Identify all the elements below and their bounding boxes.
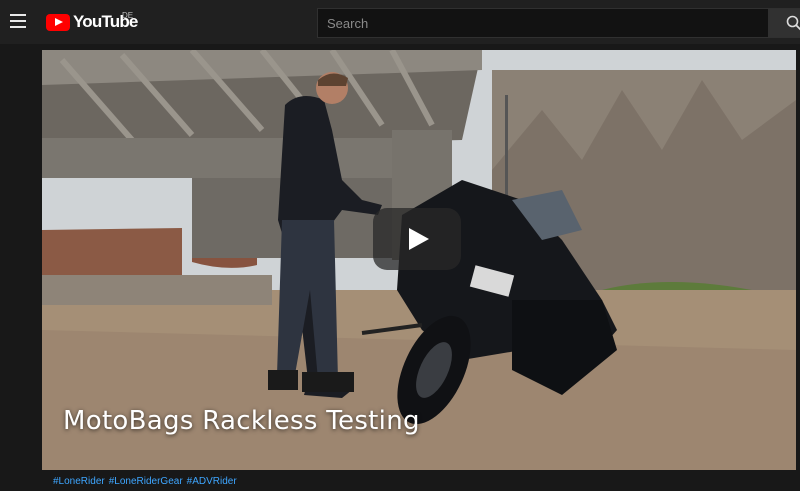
play-icon[interactable] bbox=[373, 208, 461, 270]
hashtag-link[interactable]: #LoneRiderGear bbox=[109, 476, 183, 487]
masthead: YouTube DE bbox=[0, 0, 800, 44]
hashtag-list: #LoneRider #LoneRiderGear #ADVRider bbox=[53, 476, 237, 487]
country-code: DE bbox=[122, 11, 134, 20]
youtube-logo-icon bbox=[46, 13, 70, 31]
search-button[interactable] bbox=[769, 8, 800, 38]
video-player[interactable]: MotoBags Rackless Testing bbox=[42, 50, 796, 470]
hashtag-link[interactable]: #LoneRider bbox=[53, 476, 105, 487]
video-overlay-title: MotoBags Rackless Testing bbox=[63, 406, 420, 436]
menu-icon[interactable] bbox=[8, 10, 30, 32]
search-box[interactable] bbox=[317, 8, 769, 38]
hashtag-link[interactable]: #ADVRider bbox=[187, 476, 237, 487]
search-input[interactable] bbox=[327, 15, 768, 31]
search-icon bbox=[786, 15, 800, 31]
